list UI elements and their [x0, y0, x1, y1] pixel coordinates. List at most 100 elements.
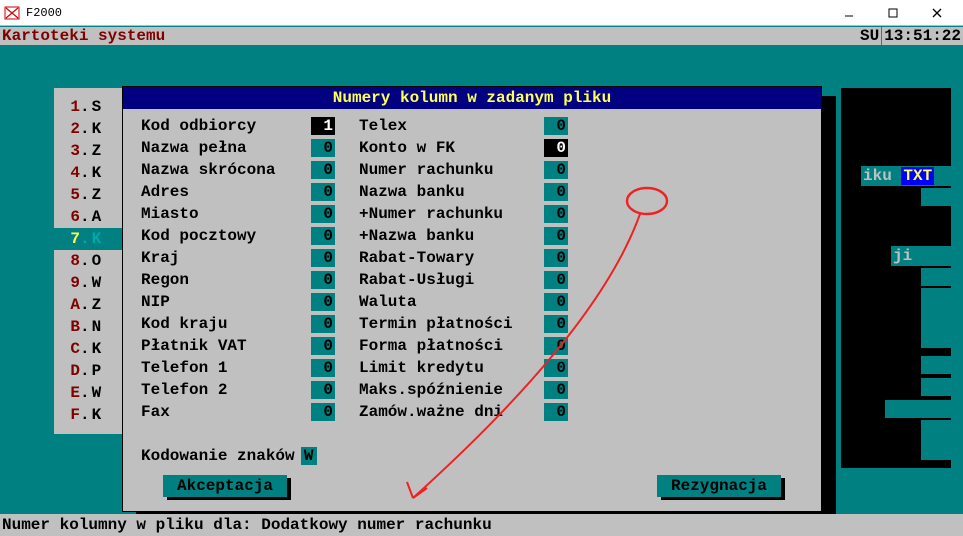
- field-input[interactable]: 0: [311, 227, 335, 245]
- field-input[interactable]: 0: [311, 381, 335, 399]
- field-label: +Nazwa banku: [359, 227, 544, 245]
- encoding-input[interactable]: W: [301, 447, 317, 465]
- field-input[interactable]: 0: [311, 183, 335, 201]
- field-input[interactable]: 0: [311, 139, 335, 157]
- left-row: Telefon 20: [141, 379, 335, 401]
- item-index: 2: [58, 120, 80, 138]
- close-button[interactable]: [915, 0, 959, 26]
- field-label: Kod kraju: [141, 315, 311, 333]
- right-row: Telex0: [359, 115, 568, 137]
- background-menu-item[interactable]: 8. O: [54, 250, 124, 272]
- left-row: Adres0: [141, 181, 335, 203]
- field-input[interactable]: 0: [544, 161, 568, 179]
- field-label: Płatnik VAT: [141, 337, 311, 355]
- field-input[interactable]: 0: [311, 161, 335, 179]
- item-letter: K: [92, 406, 102, 424]
- field-input[interactable]: 0: [544, 271, 568, 289]
- field-label: Termin płatności: [359, 315, 544, 333]
- maximize-button[interactable]: [871, 0, 915, 26]
- field-input[interactable]: 1: [311, 117, 335, 135]
- status-bar: Numer kolumny w pliku dla: Dodatkowy num…: [0, 514, 963, 536]
- field-input[interactable]: 0: [544, 249, 568, 267]
- field-input[interactable]: 0: [544, 293, 568, 311]
- field-input[interactable]: 0: [544, 403, 568, 421]
- field-label: Waluta: [359, 293, 544, 311]
- window-title: F2000: [26, 6, 827, 20]
- field-label: Kod pocztowy: [141, 227, 311, 245]
- field-input[interactable]: 0: [311, 205, 335, 223]
- background-menu-item[interactable]: A. Z: [54, 294, 124, 316]
- field-label: Limit kredytu: [359, 359, 544, 377]
- field-input[interactable]: 0: [544, 227, 568, 245]
- item-index: 3: [58, 142, 80, 160]
- item-letter: Z: [92, 296, 102, 314]
- left-row: Nazwa pełna0: [141, 137, 335, 159]
- field-label: Regon: [141, 271, 311, 289]
- field-input[interactable]: 0: [311, 403, 335, 421]
- field-input[interactable]: 0: [311, 249, 335, 267]
- right-row: +Numer rachunku0: [359, 203, 568, 225]
- right-row: Waluta0: [359, 291, 568, 313]
- field-label: Nazwa banku: [359, 183, 544, 201]
- field-input[interactable]: 0: [544, 117, 568, 135]
- background-menu-item[interactable]: 3. Z: [54, 140, 124, 162]
- item-letter: K: [92, 230, 102, 248]
- side-panel: iku TXT ji: [841, 88, 951, 468]
- field-label: Zamów.ważne dni: [359, 403, 544, 421]
- field-input[interactable]: 0: [544, 337, 568, 355]
- item-index: 6: [58, 208, 80, 226]
- field-input[interactable]: 0: [544, 315, 568, 333]
- field-input[interactable]: 0: [544, 359, 568, 377]
- field-input[interactable]: 0: [311, 293, 335, 311]
- item-letter: Z: [92, 186, 102, 204]
- columns-dialog: Numery kolumn w zadanym pliku Kod odbior…: [122, 86, 822, 512]
- background-menu-item[interactable]: 9. W: [54, 272, 124, 294]
- left-row: Fax0: [141, 401, 335, 423]
- side-text-iku: iku: [863, 167, 892, 185]
- minimize-button[interactable]: [827, 0, 871, 26]
- menu-title[interactable]: Kartoteki systemu: [0, 27, 858, 45]
- item-letter: K: [92, 164, 102, 182]
- field-label: Adres: [141, 183, 311, 201]
- field-label: Fax: [141, 403, 311, 421]
- background-menu-item[interactable]: 5. Z: [54, 184, 124, 206]
- field-input[interactable]: 0: [311, 337, 335, 355]
- field-label: Rabat-Usługi: [359, 271, 544, 289]
- background-menu-item[interactable]: 7. K: [54, 228, 124, 250]
- field-label: Numer rachunku: [359, 161, 544, 179]
- right-row: Nazwa banku0: [359, 181, 568, 203]
- side-text-ji: ji: [893, 247, 912, 265]
- accept-button[interactable]: Akceptacja: [163, 475, 287, 497]
- background-menu-item[interactable]: F. K: [54, 404, 124, 426]
- item-index: 5: [58, 186, 80, 204]
- field-input[interactable]: 0: [311, 359, 335, 377]
- background-menu-item[interactable]: 1. S: [54, 96, 124, 118]
- background-menu-item[interactable]: E. W: [54, 382, 124, 404]
- field-input[interactable]: 0: [544, 183, 568, 201]
- background-menu-list: 1. S2. K3. Z4. K5. Z6. A7. K8. O9. WA. Z…: [54, 88, 124, 434]
- background-menu-item[interactable]: 4. K: [54, 162, 124, 184]
- field-input[interactable]: 0: [544, 205, 568, 223]
- cancel-button[interactable]: Rezygnacja: [657, 475, 781, 497]
- item-index: B: [58, 318, 80, 336]
- background-menu-item[interactable]: D. P: [54, 360, 124, 382]
- item-index: C: [58, 340, 80, 358]
- item-index: 9: [58, 274, 80, 292]
- field-label: Kraj: [141, 249, 311, 267]
- field-input[interactable]: 0: [311, 271, 335, 289]
- field-input[interactable]: 0: [544, 381, 568, 399]
- field-input[interactable]: 0: [544, 139, 568, 157]
- item-letter: A: [92, 208, 102, 226]
- background-menu-item[interactable]: B. N: [54, 316, 124, 338]
- item-index: 1: [58, 98, 80, 116]
- background-menu-item[interactable]: 2. K: [54, 118, 124, 140]
- field-label: +Numer rachunku: [359, 205, 544, 223]
- field-input[interactable]: 0: [311, 315, 335, 333]
- right-row: +Nazwa banku0: [359, 225, 568, 247]
- item-index: A: [58, 296, 80, 314]
- right-row: Limit kredytu0: [359, 357, 568, 379]
- background-menu-item[interactable]: 6. A: [54, 206, 124, 228]
- background-menu-item[interactable]: C. K: [54, 338, 124, 360]
- item-letter: W: [92, 384, 102, 402]
- left-row: NIP0: [141, 291, 335, 313]
